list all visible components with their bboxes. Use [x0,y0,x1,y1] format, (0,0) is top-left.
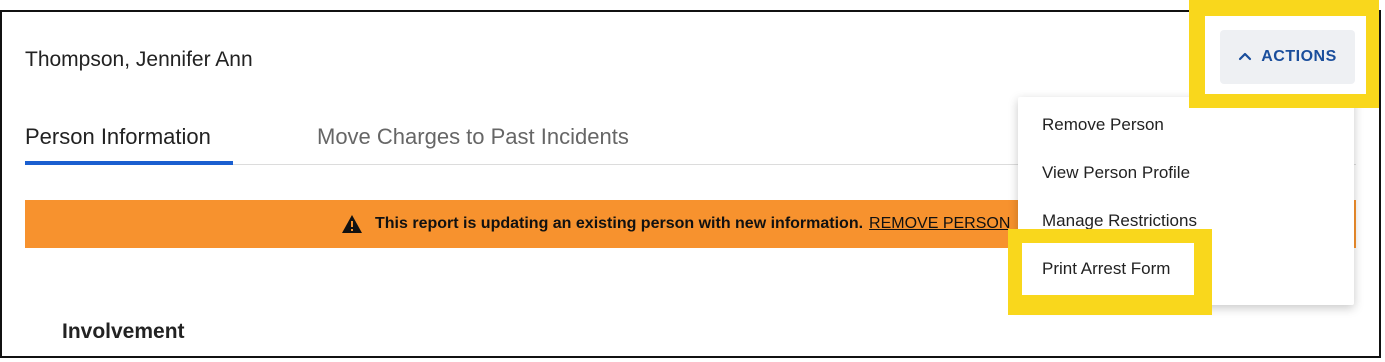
menu-item-print-arrest-form[interactable]: Print Arrest Form [1042,259,1170,279]
menu-item-manage-restrictions[interactable]: Manage Restrictions [1042,211,1197,231]
tab-move-charges[interactable]: Move Charges to Past Incidents [317,124,629,150]
person-name-heading: Thompson, Jennifer Ann [25,48,253,71]
actions-button-label: ACTIONS [1261,48,1337,65]
involvement-section-title: Involvement [62,320,185,343]
menu-item-view-person-profile[interactable]: View Person Profile [1042,163,1190,183]
chevron-up-icon [1238,48,1261,66]
banner-message: This report is updating an existing pers… [375,215,864,232]
remove-person-link[interactable]: REMOVE PERSON [869,215,1010,233]
active-tab-indicator [25,161,233,165]
tab-person-information[interactable]: Person Information [25,124,211,150]
actions-button[interactable]: ACTIONS [1220,30,1355,84]
print-arrest-form-highlight-inner: Print Arrest Form [1022,243,1194,295]
warning-icon [341,214,363,234]
menu-item-remove-person[interactable]: Remove Person [1042,115,1164,135]
